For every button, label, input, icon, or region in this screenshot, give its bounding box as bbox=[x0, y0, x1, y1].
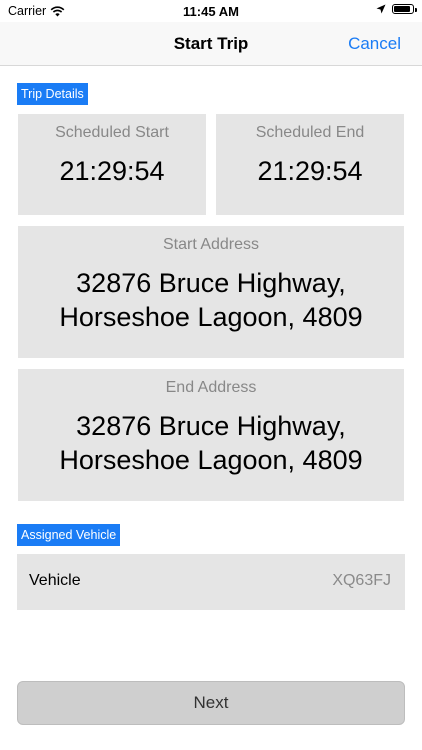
status-time: 11:45 AM bbox=[183, 4, 239, 19]
vehicle-value: XQ63FJ bbox=[332, 572, 391, 589]
nav-bar: Start Trip Cancel bbox=[0, 22, 422, 66]
scheduled-end-card: Scheduled End 21:29:54 bbox=[216, 114, 404, 215]
vehicle-label: Vehicle bbox=[29, 572, 81, 589]
assigned-vehicle-section-label: Assigned Vehicle bbox=[17, 524, 121, 546]
status-bar: Carrier 11:45 AM bbox=[0, 0, 422, 22]
scheduled-end-label: Scheduled End bbox=[255, 124, 365, 141]
next-button[interactable]: Next bbox=[17, 681, 405, 725]
cancel-button[interactable]: Cancel bbox=[348, 34, 401, 54]
start-address-value: 32876 Bruce Highway, Horseshoe Lagoon, 4… bbox=[18, 266, 404, 334]
end-address-line1: 32876 Bruce Highway, bbox=[76, 411, 346, 441]
battery-icon bbox=[392, 4, 417, 14]
start-address-card: Start Address 32876 Bruce Highway, Horse… bbox=[18, 226, 404, 358]
trip-details-section-label: Trip Details bbox=[17, 83, 88, 105]
scheduled-end-value: 21:29:54 bbox=[257, 156, 363, 186]
start-address-line1: 32876 Bruce Highway, bbox=[76, 268, 346, 298]
vehicle-row[interactable]: Vehicle XQ63FJ bbox=[17, 554, 405, 610]
end-address-card: End Address 32876 Bruce Highway, Horsesh… bbox=[18, 369, 404, 501]
scheduled-start-label: Scheduled Start bbox=[55, 124, 169, 141]
end-address-value: 32876 Bruce Highway, Horseshoe Lagoon, 4… bbox=[18, 409, 404, 477]
scheduled-start-card: Scheduled Start 21:29:54 bbox=[18, 114, 206, 215]
end-address-label: End Address bbox=[165, 379, 257, 396]
end-address-line2: Horseshoe Lagoon, 4809 bbox=[59, 445, 363, 475]
status-right bbox=[376, 4, 417, 14]
start-address-label: Start Address bbox=[162, 236, 260, 253]
start-address-line2: Horseshoe Lagoon, 4809 bbox=[59, 302, 363, 332]
scheduled-start-value: 21:29:54 bbox=[59, 156, 165, 186]
location-arrow-icon bbox=[376, 4, 386, 14]
